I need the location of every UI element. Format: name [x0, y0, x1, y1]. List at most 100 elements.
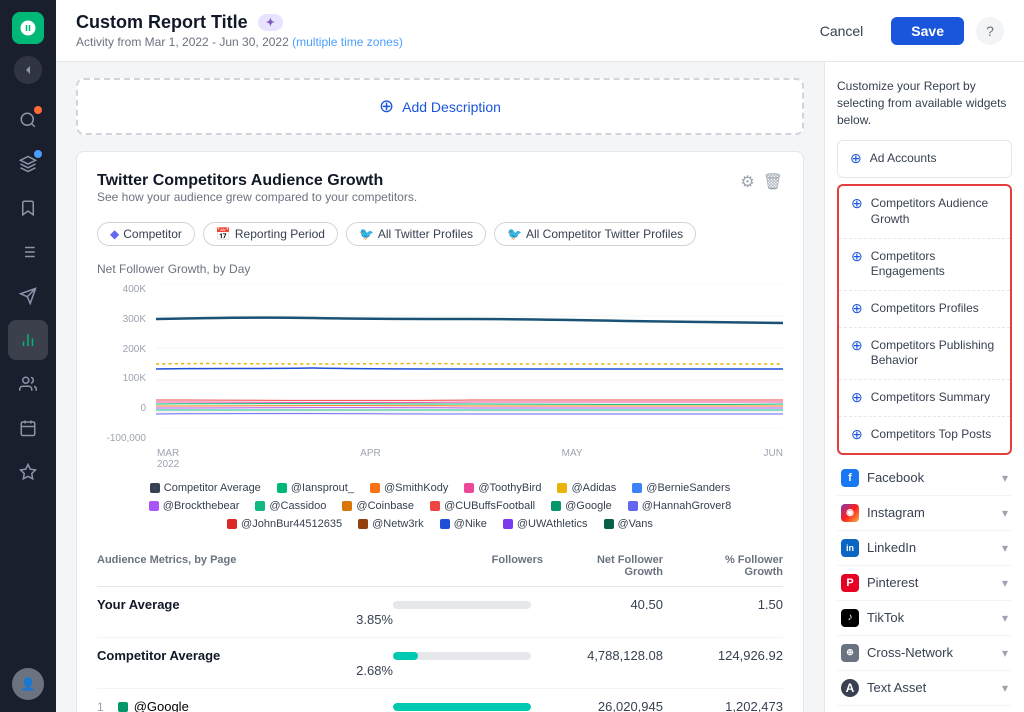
chart-area	[156, 284, 783, 444]
sidebar: 👤	[0, 0, 56, 712]
sidebar-icon-chart[interactable]	[8, 320, 48, 360]
legend-item: @UWAthletics	[503, 518, 588, 530]
legend-item: @Adidas	[557, 482, 616, 494]
legend-item: @Netw3rk	[358, 518, 424, 530]
main-content: ⊕ Add Description Twitter Competitors Au…	[56, 62, 824, 712]
legend-item: @CUBuffsFootball	[430, 500, 535, 512]
chart-y-axis: 400K 300K 200K 100K 0 -100,000	[97, 284, 152, 444]
sidebar-icon-calendar[interactable]	[8, 408, 48, 448]
text-asset-label: Text Asset	[867, 680, 926, 695]
chevron-down-icon: ▾	[1002, 541, 1008, 555]
legend-item: @ToothyBird	[464, 482, 541, 494]
facebook-icon: f	[841, 469, 859, 487]
widget-item-competitors-profiles[interactable]: ⊕ Competitors Profiles	[839, 291, 1010, 328]
table-row: 1 @Google 26,020,945 1,202,473 4.85%	[97, 689, 783, 712]
sidebar-icon-layers[interactable]	[8, 144, 48, 184]
pinterest-label: Pinterest	[867, 575, 918, 590]
chevron-down-icon: ▾	[1002, 576, 1008, 590]
facebook-label: Facebook	[867, 470, 924, 485]
widget-header: Twitter Competitors Audience Growth See …	[97, 172, 783, 218]
report-subtitle: Activity from Mar 1, 2022 - Jun 30, 2022…	[76, 35, 403, 49]
chart-svg	[156, 284, 783, 444]
report-badge: ✦	[258, 14, 283, 31]
platform-item-facebook[interactable]: f Facebook ▾	[837, 461, 1012, 496]
platform-item-tiktok[interactable]: ♪ TikTok ▾	[837, 601, 1012, 636]
panel-title: Customize your Report by selecting from …	[837, 78, 1012, 128]
platform-item-cross-network[interactable]: ⊕ Cross-Network ▾	[837, 636, 1012, 671]
sidebar-icon-search[interactable]	[8, 100, 48, 140]
save-button[interactable]: Save	[891, 17, 964, 45]
metrics-table: Audience Metrics, by Page Followers Net …	[97, 546, 783, 712]
widget-item-ad-accounts[interactable]: ⊕ Ad Accounts	[837, 140, 1012, 178]
filter-competitor-twitter-profiles[interactable]: 🐦 All Competitor Twitter Profiles	[494, 222, 696, 246]
sidebar-icon-bookmark[interactable]	[8, 188, 48, 228]
app-logo	[12, 12, 44, 44]
legend-item: @Cassidoo	[255, 500, 326, 512]
sidebar-icon-list[interactable]	[8, 232, 48, 272]
add-description-button[interactable]: ⊕ Add Description	[76, 78, 804, 135]
tiktok-icon: ♪	[841, 609, 859, 627]
legend-item: @Vans	[604, 518, 653, 530]
widget-item-competitors-publishing[interactable]: ⊕ Competitors Publishing Behavior	[839, 328, 1010, 380]
plus-icon: ⊕	[851, 300, 863, 317]
instagram-icon: ◉	[841, 504, 859, 522]
twitter-icon-2: 🐦	[507, 227, 522, 241]
chart-x-axis: MAR2022 APR MAY JUN	[97, 444, 783, 470]
platform-item-text-asset[interactable]: A Text Asset ▾	[837, 671, 1012, 706]
widget-delete-icon[interactable]: 🗑	[763, 172, 783, 192]
competitor-icon: ◆	[110, 227, 119, 241]
cancel-button[interactable]: Cancel	[804, 17, 880, 45]
add-description-label: Add Description	[402, 99, 501, 115]
chevron-down-icon: ▾	[1002, 611, 1008, 625]
widget-item-competitors-summary[interactable]: ⊕ Competitors Summary	[839, 380, 1010, 417]
calendar-icon: 📅	[216, 227, 231, 241]
plus-icon: ⊕	[851, 426, 863, 443]
widget-item-competitors-engagements[interactable]: ⊕ Competitors Engagements	[839, 239, 1010, 291]
plus-icon: ⊕	[851, 195, 863, 212]
widget-subtitle: See how your audience grew compared to y…	[97, 190, 417, 204]
filter-competitor[interactable]: ◆ Competitor	[97, 222, 195, 246]
sidebar-icon-star[interactable]	[8, 452, 48, 492]
tiktok-label: TikTok	[867, 610, 904, 625]
help-button[interactable]: ?	[976, 17, 1004, 45]
platform-item-instagram[interactable]: ◉ Instagram ▾	[837, 496, 1012, 531]
report-title: Custom Report Title	[76, 12, 248, 33]
twitter-icon-1: 🐦	[359, 227, 374, 241]
plus-icon: ⊕	[851, 248, 863, 265]
widget-item-competitors-top-posts[interactable]: ⊕ Competitors Top Posts	[839, 417, 1010, 453]
filter-twitter-profiles[interactable]: 🐦 All Twitter Profiles	[346, 222, 486, 246]
chart-legend: Competitor Average @Iansprout_ @SmithKod…	[97, 482, 783, 530]
text-asset-icon: A	[841, 679, 859, 697]
header: Custom Report Title ✦ Activity from Mar …	[56, 0, 1024, 62]
plus-icon: ⊕	[850, 150, 862, 167]
header-left: Custom Report Title ✦ Activity from Mar …	[76, 12, 403, 49]
main-area: Custom Report Title ✦ Activity from Mar …	[56, 0, 1024, 712]
widget-settings-icon[interactable]: ⚙	[740, 172, 754, 192]
chevron-down-icon: ▾	[1002, 506, 1008, 520]
header-right: Cancel Save ?	[804, 17, 1004, 45]
legend-item: @Iansprout_	[277, 482, 354, 494]
widget-title: Twitter Competitors Audience Growth	[97, 172, 417, 190]
legend-item: @HannahGrover8	[628, 500, 731, 512]
widget-item-label: Ad Accounts	[870, 151, 937, 167]
sidebar-icon-send[interactable]	[8, 276, 48, 316]
widget-actions: ⚙ 🗑	[740, 172, 783, 192]
timezone-link[interactable]: (multiple time zones)	[292, 35, 403, 49]
plus-icon: ⊕	[851, 389, 863, 406]
widget-item-competitors-audience-growth[interactable]: ⊕ Competitors Audience Growth	[839, 186, 1010, 238]
chevron-down-icon: ▾	[1002, 646, 1008, 660]
legend-item: Competitor Average	[150, 482, 261, 494]
legend-item: @Google	[551, 500, 612, 512]
plus-icon: ⊕	[851, 337, 863, 354]
sidebar-icon-people[interactable]	[8, 364, 48, 404]
filter-reporting-period[interactable]: 📅 Reporting Period	[203, 222, 338, 246]
cross-network-icon: ⊕	[841, 644, 859, 662]
right-panel: Customize your Report by selecting from …	[824, 62, 1024, 712]
legend-item: @SmithKody	[370, 482, 448, 494]
platform-item-linkedin[interactable]: in LinkedIn ▾	[837, 531, 1012, 566]
user-avatar[interactable]: 👤	[12, 668, 44, 700]
sidebar-toggle[interactable]	[14, 56, 42, 84]
platform-item-pinterest[interactable]: P Pinterest ▾	[837, 566, 1012, 601]
header-title-block: Custom Report Title ✦ Activity from Mar …	[76, 12, 403, 49]
add-description-icon: ⊕	[379, 96, 394, 117]
